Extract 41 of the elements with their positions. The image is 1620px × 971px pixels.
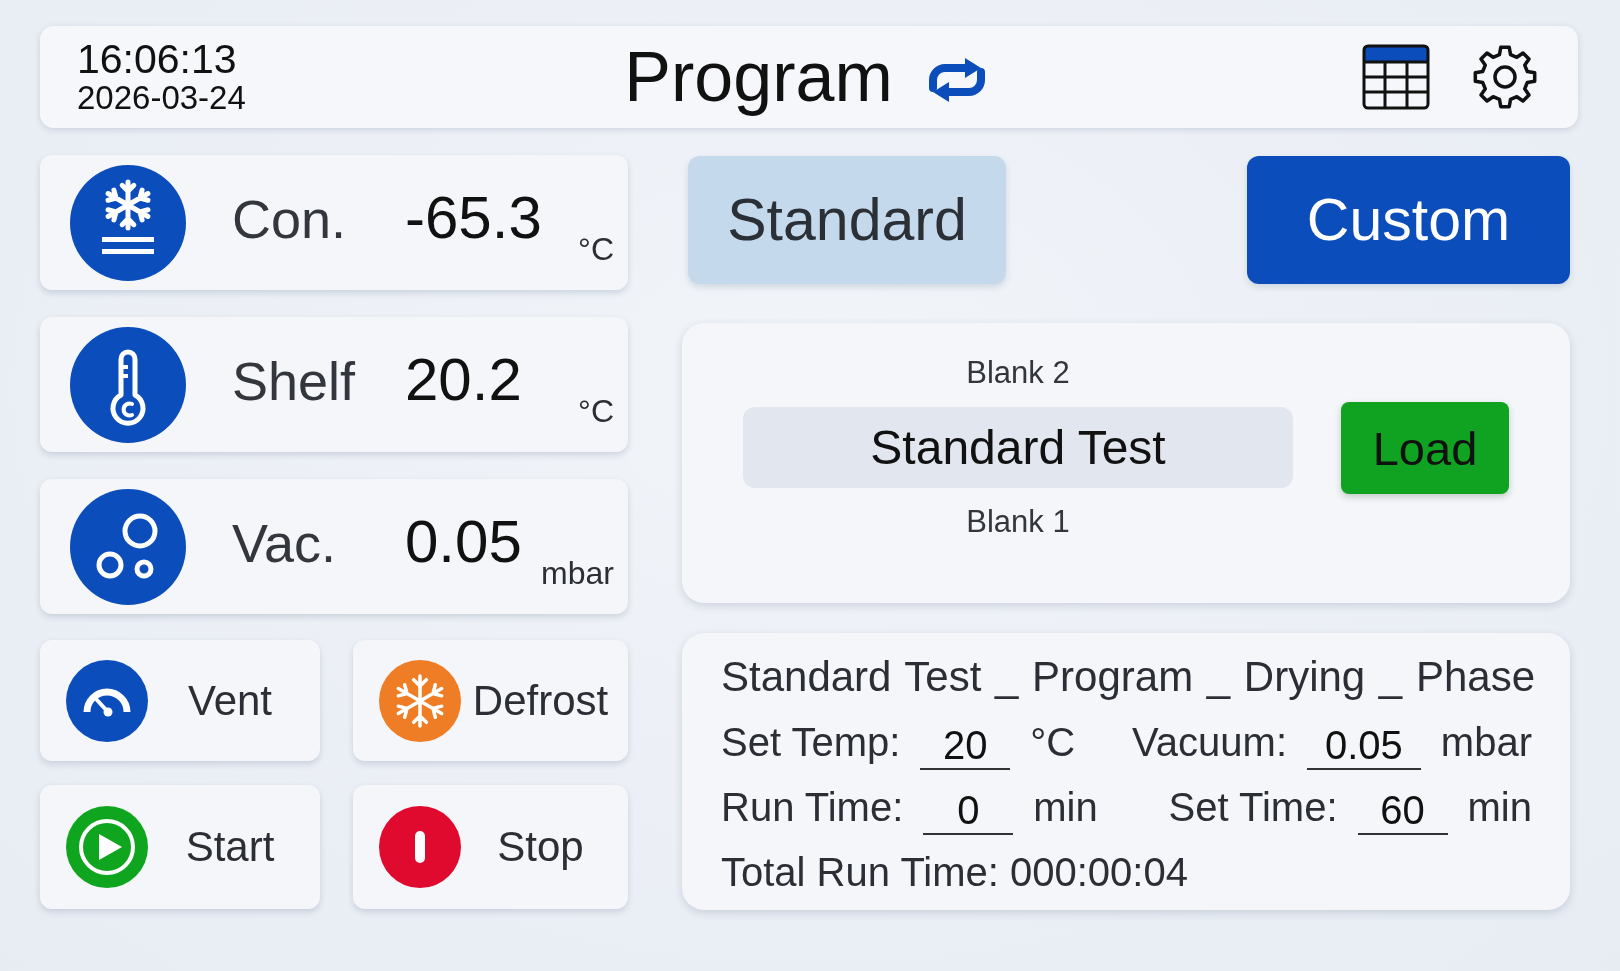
program-status-title: Standard Test _ Program _ Drying _ Phase xyxy=(721,651,1535,702)
action-button[interactable]: Defrost xyxy=(353,640,628,761)
clock-time: 16:06:13 xyxy=(77,38,237,80)
action-button[interactable]: Start xyxy=(40,785,320,909)
load-button[interactable]: Load xyxy=(1341,402,1509,494)
sensor-value: -65.3 xyxy=(405,183,542,252)
field-label: Set Time: xyxy=(1168,783,1338,831)
sensor-label: Vac. xyxy=(232,511,338,575)
thermometer-icon xyxy=(70,326,186,443)
sensor-value: 0.05 xyxy=(405,507,522,576)
grid-icon[interactable] xyxy=(1362,44,1430,110)
snowflake-icon xyxy=(70,164,186,281)
unit-label: °C xyxy=(578,394,614,428)
settings-icon[interactable] xyxy=(1472,44,1538,110)
value-field[interactable]: 60 xyxy=(1357,786,1448,835)
mode-tab[interactable]: Standard xyxy=(688,156,1006,284)
sensor-label: Shelf xyxy=(232,349,357,413)
field-label: Set Temp: xyxy=(721,718,901,766)
unit-label: °C xyxy=(1030,718,1076,766)
program-option[interactable]: Blank 1 xyxy=(966,502,1070,542)
unit-label: min xyxy=(1467,783,1532,831)
value-field[interactable]: 20 xyxy=(920,721,1011,770)
field-label: Run Time: xyxy=(721,783,904,831)
clock-date: 2026-03-24 xyxy=(77,80,246,116)
action-button[interactable]: Vent xyxy=(40,640,320,761)
unit-label: mbar xyxy=(541,556,614,590)
total-run-time: Total Run Time: 000:00:04 xyxy=(721,848,1188,896)
unit-label: °C xyxy=(578,232,614,266)
sensor-label: Con. xyxy=(232,187,348,251)
value-field[interactable]: 0 xyxy=(923,786,1014,835)
page-title: Program xyxy=(624,37,893,117)
mode-tab[interactable]: Custom xyxy=(1247,156,1570,284)
unit-label: mbar xyxy=(1440,718,1532,766)
field-label: Vacuum: xyxy=(1132,718,1287,766)
program-option[interactable]: Blank 2 xyxy=(966,353,1070,393)
program-option[interactable]: Standard Test xyxy=(743,407,1293,488)
sensor-value: 20.2 xyxy=(405,345,522,414)
action-button[interactable]: Stop xyxy=(353,785,628,909)
unit-label: min xyxy=(1033,783,1098,831)
value-field[interactable]: 0.05 xyxy=(1307,721,1421,770)
bubbles-icon xyxy=(70,488,186,605)
